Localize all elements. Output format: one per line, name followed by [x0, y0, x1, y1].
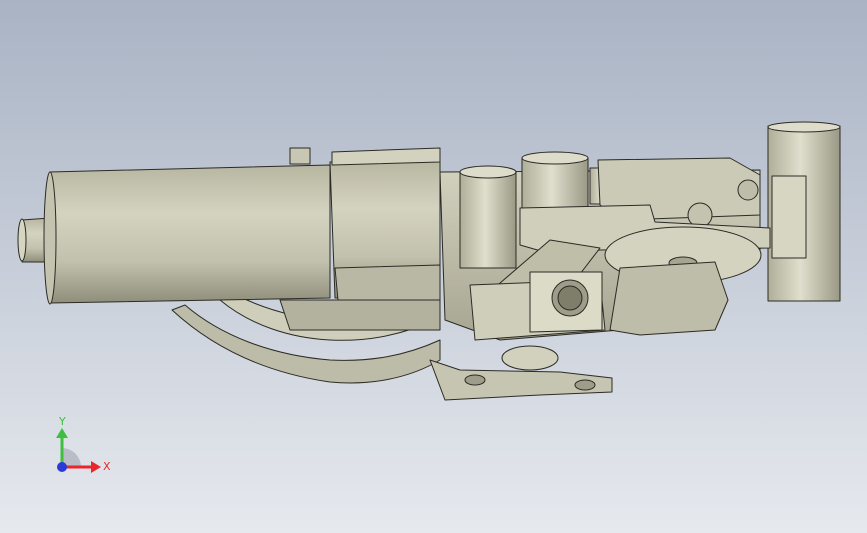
gearbox-cylinder-mid-top [521, 151, 589, 165]
guide-mount-block [279, 299, 441, 331]
foot-boss [501, 345, 559, 371]
clamp-bore-inner [557, 285, 583, 311]
scene-svg[interactable]: Y X [0, 0, 867, 533]
gearbox-cylinder-left [459, 171, 517, 269]
foot-hole-right [574, 379, 596, 391]
gearbox-cylinder-left-top [459, 165, 517, 179]
triad-z-axis [57, 462, 67, 472]
cover-screw-1 [687, 202, 713, 228]
motor-body [49, 164, 331, 304]
cover-screw-2 [737, 179, 759, 201]
motor-top-boss [289, 147, 311, 165]
collar-lower-step [334, 264, 441, 301]
triad-x-label: X [103, 460, 111, 473]
triad-y-label: Y [58, 415, 66, 428]
drive-lever-arm [609, 261, 729, 336]
cad-viewport[interactable]: Y X [0, 0, 867, 533]
motor-body-end [43, 171, 57, 305]
foot-hole-left [464, 374, 486, 386]
output-shaft-top [767, 121, 841, 133]
motor-shaft-end [17, 218, 27, 262]
output-shaft-collar [771, 175, 807, 259]
gearbox-cylinder-mid [521, 157, 589, 209]
